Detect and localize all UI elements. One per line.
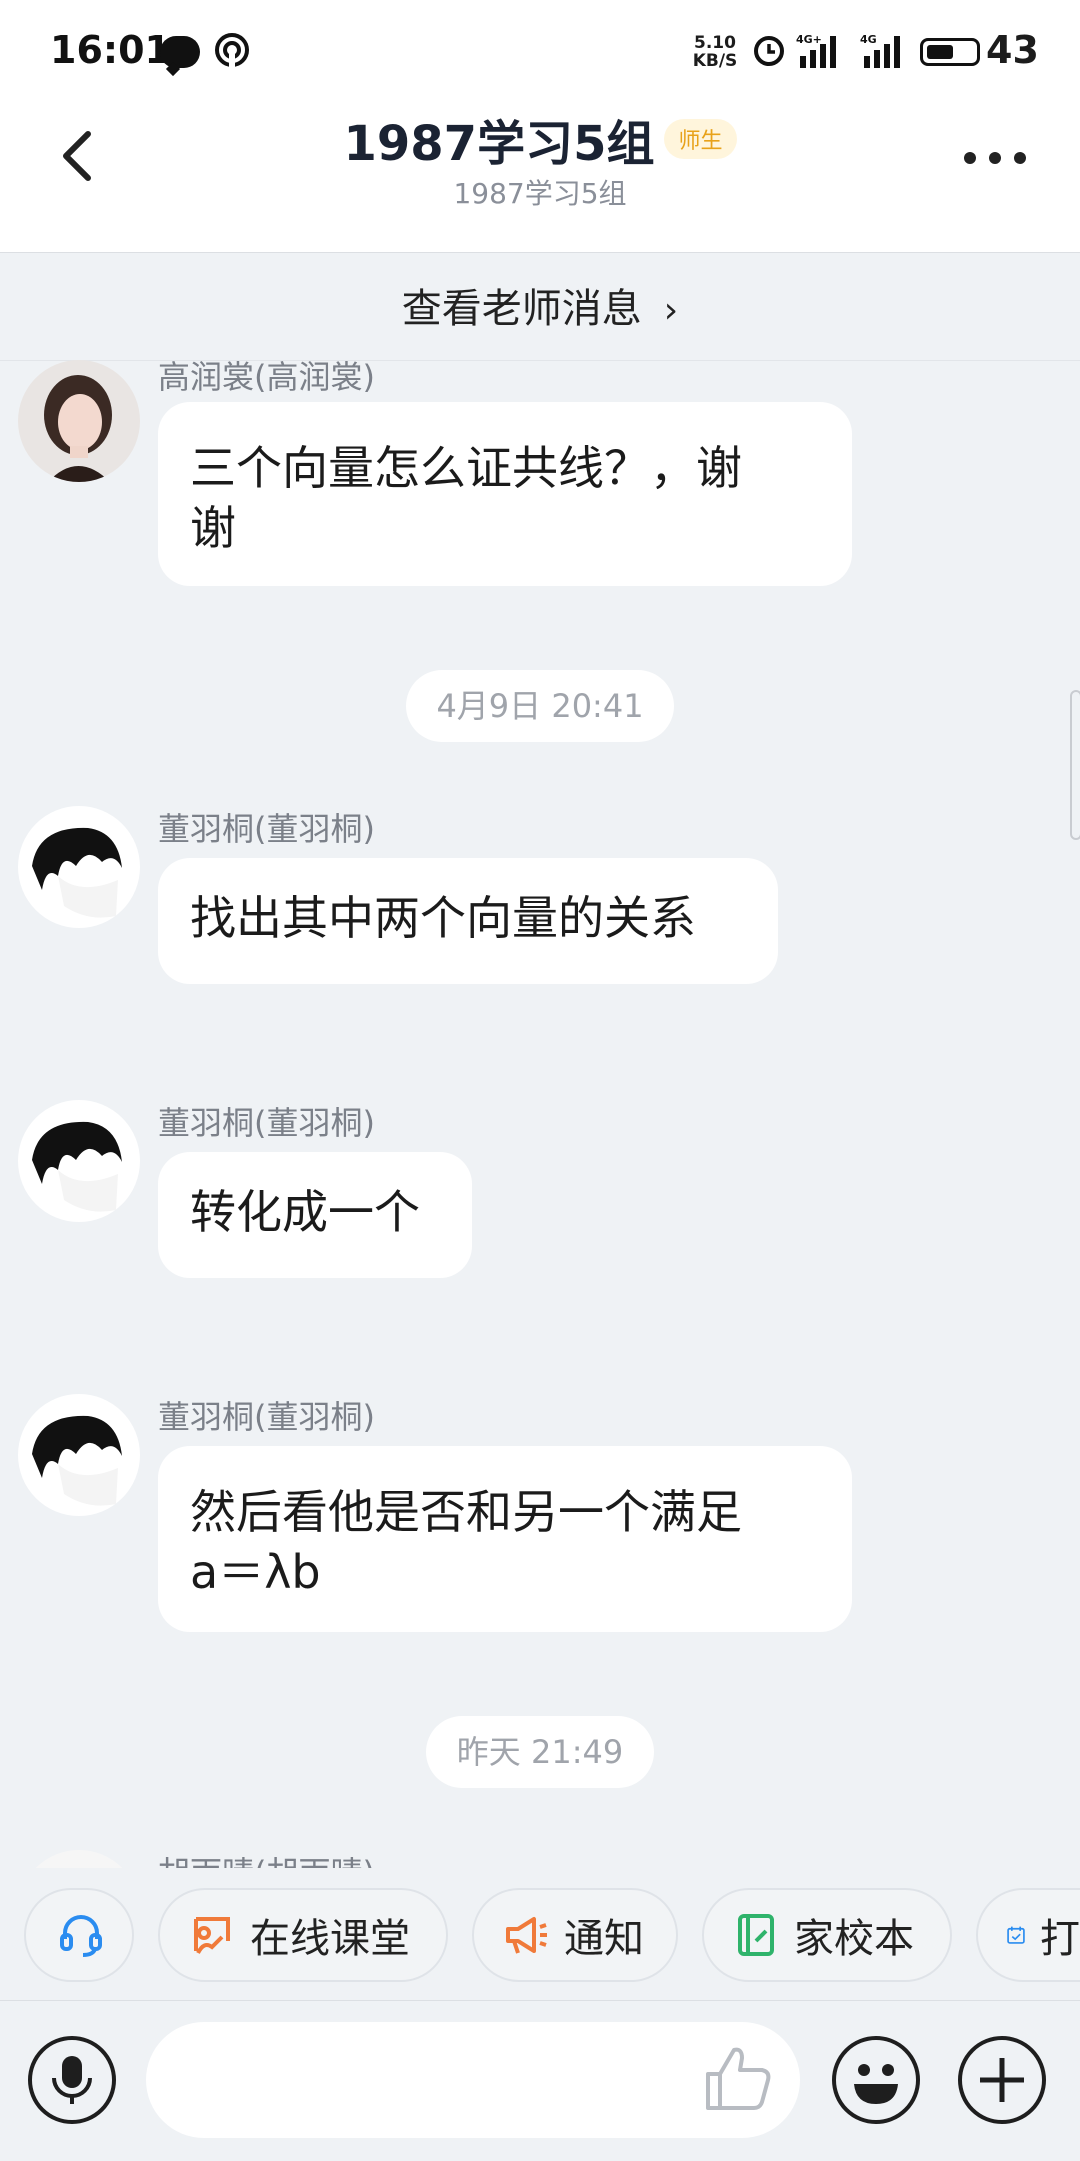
microphone-icon bbox=[52, 2056, 92, 2104]
message-line: 转化成一个 bbox=[190, 1185, 420, 1239]
avatar-dong[interactable] bbox=[18, 806, 140, 928]
avatar-hu[interactable] bbox=[18, 1850, 140, 1868]
home-school-book-button[interactable]: 家校本 bbox=[702, 1888, 952, 1982]
message-line: 然后看他是否和另一个满足 bbox=[190, 1485, 742, 1539]
message-list[interactable]: 高润裳(高润裳) 三个向量怎么证共线？，谢 谢 4月9日 20:41 董羽桐(董… bbox=[0, 360, 1080, 1868]
avatar-dong[interactable] bbox=[18, 1394, 140, 1516]
chat-notification-icon bbox=[160, 36, 200, 68]
plus-icon bbox=[980, 2058, 1024, 2102]
teacher-messages-label: 查看老师消息 bbox=[401, 286, 642, 332]
message-bubble[interactable]: 找出其中两个向量的关系 bbox=[158, 858, 778, 984]
sender-name: 董羽桐(董羽桐) bbox=[158, 1398, 375, 1436]
battery-icon bbox=[920, 38, 980, 66]
alarm-icon bbox=[754, 36, 784, 66]
message-line: 找出其中两个向量的关系 bbox=[190, 891, 696, 945]
message-bubble[interactable]: 三个向量怎么证共线？，谢 谢 bbox=[158, 402, 852, 586]
message-bubble[interactable]: 然后看他是否和另一个满足 a＝λb bbox=[158, 1446, 852, 1632]
online-class-button[interactable]: 在线课堂 bbox=[158, 1888, 448, 1982]
svg-text:4G+: 4G+ bbox=[796, 33, 822, 46]
sender-name: 董羽桐(董羽桐) bbox=[158, 810, 375, 848]
sketch-boy-avatar bbox=[18, 1100, 140, 1222]
more-actions-button[interactable] bbox=[958, 2036, 1046, 2124]
online-class-icon bbox=[194, 1917, 230, 1954]
headset-icon bbox=[60, 1915, 102, 1957]
avatar-dong[interactable] bbox=[18, 1100, 140, 1222]
user-avatar bbox=[18, 1850, 140, 1868]
notice-button[interactable]: 通知 bbox=[472, 1888, 678, 1982]
signal-4g-icon: 4G bbox=[860, 33, 900, 68]
chevron-right-icon: › bbox=[663, 290, 679, 331]
signal-4g-plus-icon: 4G+ bbox=[796, 33, 836, 68]
sender-name: 胡雨晴(胡雨晴) bbox=[158, 1848, 375, 1868]
teacher-messages-link[interactable]: 查看老师消息 › bbox=[0, 276, 1080, 334]
hotspot-icon bbox=[215, 33, 249, 68]
thumbs-up-icon[interactable] bbox=[700, 2040, 776, 2116]
notebook-icon bbox=[738, 1914, 774, 1956]
message-bubble[interactable]: 转化成一个 bbox=[158, 1152, 472, 1278]
status-time: 16:01 bbox=[50, 28, 171, 72]
page-subtitle: 1987学习5组 bbox=[453, 177, 627, 210]
message-line: 谢 bbox=[190, 501, 236, 555]
sketch-boy-avatar bbox=[18, 806, 140, 928]
sketch-boy-avatar bbox=[18, 1394, 140, 1516]
network-speed: 5.10 KB/S bbox=[692, 33, 738, 71]
customer-service-button[interactable] bbox=[24, 1888, 134, 1982]
attendance-button[interactable]: 打 bbox=[976, 1888, 1080, 1982]
group-name: 1987学习5组 bbox=[343, 116, 655, 172]
more-options-icon[interactable] bbox=[960, 150, 1030, 166]
megaphone-icon bbox=[506, 1917, 547, 1954]
chip-label: 打 bbox=[1040, 1916, 1080, 1962]
battery-fill bbox=[927, 45, 953, 59]
page-title: 1987学习5组 师生 bbox=[0, 104, 1080, 174]
timestamp-pill: 昨天 21:49 bbox=[426, 1716, 654, 1788]
chip-label: 家校本 bbox=[794, 1916, 914, 1962]
calendar-check-icon bbox=[1007, 1926, 1025, 1944]
battery-level: 43 bbox=[986, 28, 1039, 72]
scroll-indicator[interactable] bbox=[1070, 690, 1080, 840]
sender-name: 高润裳(高润裳) bbox=[158, 360, 375, 396]
role-badge: 师生 bbox=[664, 119, 737, 159]
smiley-icon bbox=[854, 2064, 898, 2104]
status-bar: 16:01 5.10 KB/S 4G+ 4G 43 bbox=[0, 0, 1080, 100]
chip-label: 在线课堂 bbox=[250, 1916, 410, 1962]
voice-input-button[interactable] bbox=[28, 2036, 116, 2124]
chip-label: 通知 bbox=[564, 1916, 644, 1962]
timestamp-pill: 4月9日 20:41 bbox=[406, 670, 674, 742]
message-line: 三个向量怎么证共线？，谢 bbox=[190, 441, 742, 495]
message-line: a＝λb bbox=[190, 1545, 321, 1599]
sender-name: 董羽桐(董羽桐) bbox=[158, 1104, 375, 1142]
avatar-gao[interactable] bbox=[18, 360, 140, 482]
emoji-button[interactable] bbox=[832, 2036, 920, 2124]
svg-text:4G: 4G bbox=[860, 33, 877, 46]
girl-portrait-avatar bbox=[18, 360, 140, 482]
